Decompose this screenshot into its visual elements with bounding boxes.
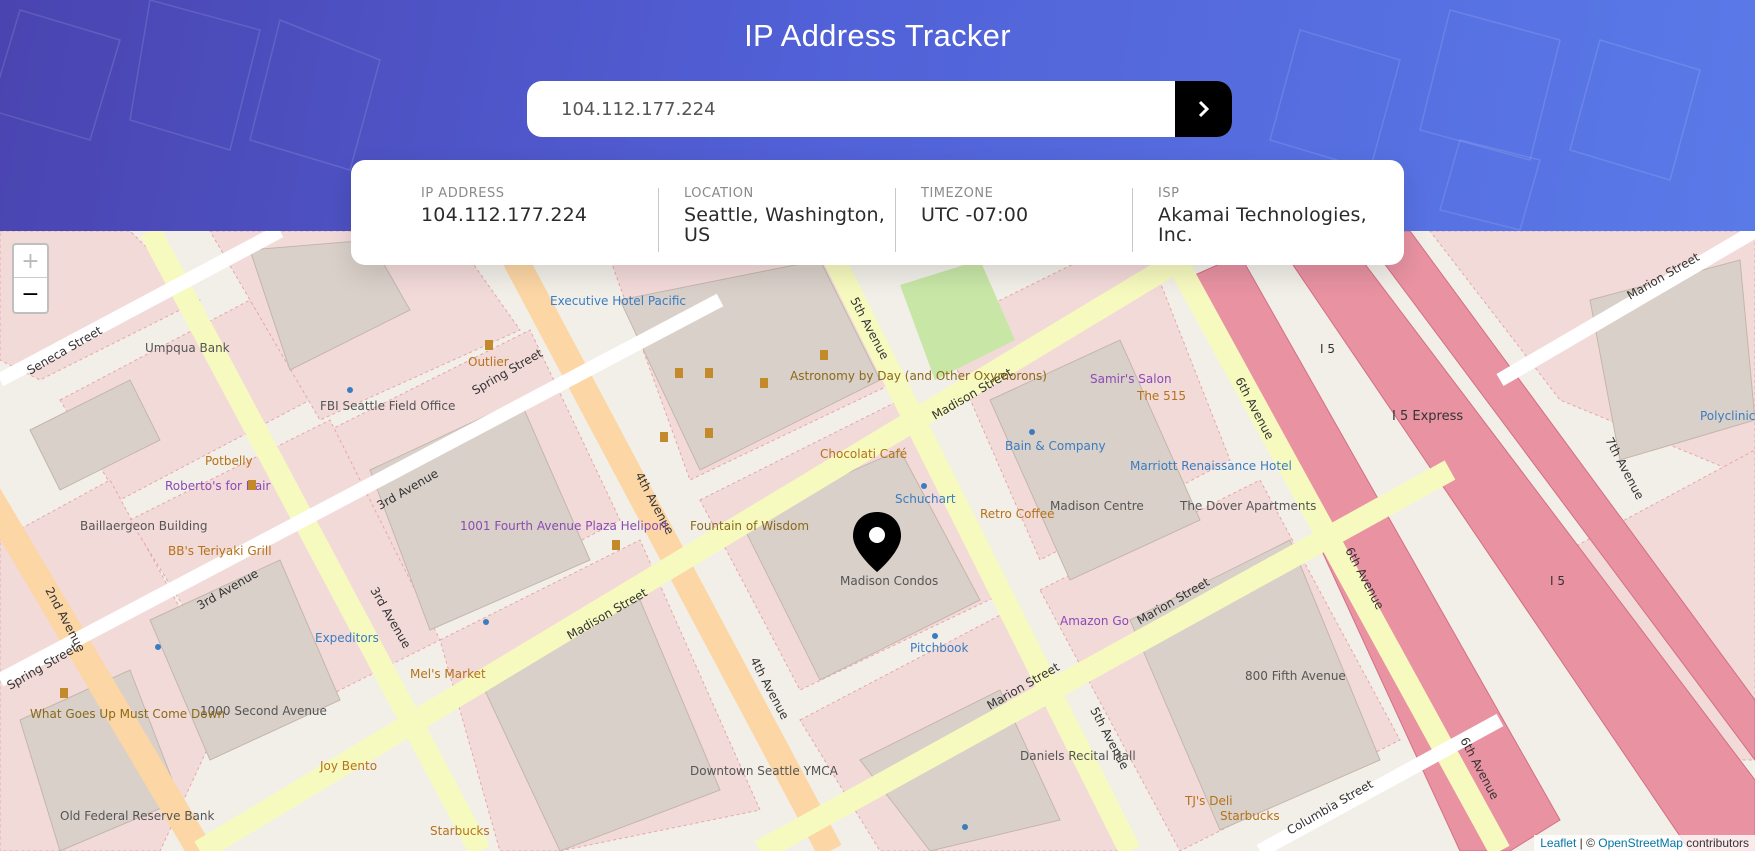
map-label-umpqua: Umpqua Bank (145, 341, 230, 355)
map-label-exec-pacific: Executive Hotel Pacific (550, 294, 686, 308)
map-label-chocolati: Chocolati Café (820, 447, 907, 461)
map-label-what-goes: What Goes Up Must Come Down (30, 707, 225, 721)
map-label-800-fifth: 800 Fifth Avenue (1245, 669, 1346, 683)
search-submit-button[interactable] (1175, 81, 1232, 137)
isp-label: ISP (1158, 186, 1180, 201)
map-label-i5-express: I 5 Express (1392, 409, 1463, 424)
map-label-tjs: TJ's Deli (1184, 794, 1233, 808)
openstreetmap-link[interactable]: OpenStreetMap (1598, 836, 1683, 850)
ip-address-label: IP ADDRESS (421, 186, 505, 201)
map-label-dover: The Dover Apartments (1179, 499, 1316, 513)
location-value: Seattle, Washington, US (684, 204, 886, 246)
map-label-fountain: Fountain of Wisdom (690, 519, 809, 533)
map-label-old-federal: Old Federal Reserve Bank (60, 809, 215, 823)
map-label-madison-condos: Madison Condos (840, 574, 938, 588)
location-label: LOCATION (684, 186, 754, 201)
map-label-retro-coffee: Retro Coffee (980, 507, 1054, 521)
ip-search-input[interactable] (527, 81, 1175, 137)
timezone-info: TIMEZONE UTC -07:00 (895, 160, 1132, 265)
zoom-in-button[interactable]: + (14, 245, 47, 278)
map-label-the515: The 515 (1136, 389, 1186, 403)
map-label-starbucks: Starbucks (430, 824, 490, 838)
map-label-expeditors: Expeditors (315, 631, 379, 645)
map-label-bain: Bain & Company (1005, 439, 1106, 453)
map-view[interactable]: Madison Street Madison Street Spring Str… (0, 231, 1755, 851)
page-title: IP Address Tracker (744, 18, 1011, 53)
map-label-bbs: BB's Teriyaki Grill (168, 544, 272, 558)
timezone-value: UTC -07:00 (921, 204, 1029, 226)
map-label-amazon-go: Amazon Go (1060, 614, 1129, 628)
isp-info: ISP Akamai Technologies, Inc. (1132, 160, 1369, 265)
map-label-madison-centre: Madison Centre (1050, 499, 1144, 513)
map-label-joy-bento: Joy Bento (319, 759, 377, 773)
attribution-suffix: contributors (1682, 836, 1749, 850)
ip-info-card: IP ADDRESS 104.112.177.224 LOCATION Seat… (351, 160, 1404, 265)
map-label-i5-2: I 5 (1550, 574, 1565, 588)
leaflet-link[interactable]: Leaflet (1540, 836, 1576, 850)
timezone-label: TIMEZONE (921, 186, 994, 201)
isp-value: Akamai Technologies, Inc. (1158, 204, 1367, 246)
location-info: LOCATION Seattle, Washington, US (658, 160, 895, 265)
map-label-astronomy: Astronomy by Day (and Other Oxymorons) (790, 369, 1047, 383)
map-label-daniels: Daniels Recital Hall (1020, 749, 1136, 763)
search-bar (527, 81, 1232, 137)
map-label-baillaergeon: Baillaergeon Building (80, 519, 208, 533)
location-pin-icon[interactable] (850, 510, 904, 574)
map-label-ymca: Downtown Seattle YMCA (690, 764, 839, 778)
zoom-out-button[interactable]: − (14, 278, 47, 311)
ip-address-value: 104.112.177.224 (421, 204, 588, 226)
map-label-schuchart: Schuchart (895, 492, 956, 506)
attribution-separator: | © (1576, 836, 1599, 850)
map-label-fbi: FBI Seattle Field Office (320, 399, 455, 413)
map-label-potbelly: Potbelly (205, 454, 253, 468)
map-label-i5: I 5 (1320, 342, 1335, 356)
map-label-samirs: Samir's Salon (1090, 372, 1172, 386)
map-label-heliport: 1001 Fourth Avenue Plaza Heliport (460, 519, 669, 533)
map-label-pitchbook: Pitchbook (910, 641, 969, 655)
zoom-control: + − (12, 243, 49, 314)
chevron-right-icon (1198, 100, 1209, 118)
map-label-starbucks-2: Starbucks (1220, 809, 1280, 823)
map-label-outlier: Outlier (468, 355, 509, 369)
map-label-mels: Mel's Market (410, 667, 486, 681)
ip-address-info: IP ADDRESS 104.112.177.224 (421, 160, 658, 265)
map-attribution: Leaflet | © OpenStreetMap contributors (1534, 835, 1755, 851)
map-label-marriott: Marriott Renaissance Hotel (1130, 459, 1292, 473)
map-label-polyclinic: Polyclinic Parking Garage (1700, 409, 1755, 423)
